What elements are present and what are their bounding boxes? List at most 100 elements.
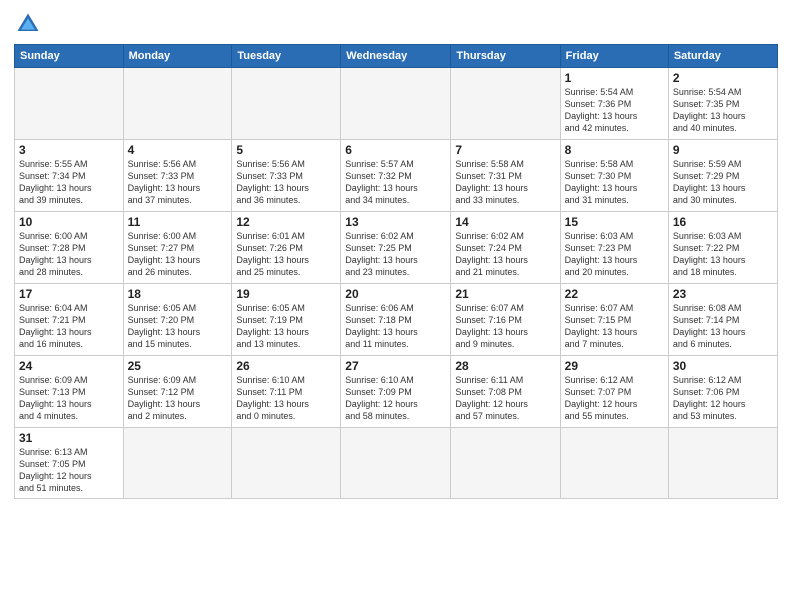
day-number: 8 (565, 143, 664, 157)
day-info: Sunrise: 6:03 AM Sunset: 7:23 PM Dayligh… (565, 230, 664, 279)
calendar-cell: 8Sunrise: 5:58 AM Sunset: 7:30 PM Daylig… (560, 140, 668, 212)
day-number: 24 (19, 359, 119, 373)
weekday-header-wednesday: Wednesday (341, 45, 451, 68)
calendar-cell: 5Sunrise: 5:56 AM Sunset: 7:33 PM Daylig… (232, 140, 341, 212)
calendar-cell (341, 68, 451, 140)
day-number: 23 (673, 287, 773, 301)
day-info: Sunrise: 6:01 AM Sunset: 7:26 PM Dayligh… (236, 230, 336, 279)
weekday-header-tuesday: Tuesday (232, 45, 341, 68)
calendar-cell: 17Sunrise: 6:04 AM Sunset: 7:21 PM Dayli… (15, 284, 124, 356)
day-info: Sunrise: 5:56 AM Sunset: 7:33 PM Dayligh… (128, 158, 228, 207)
calendar-week-2: 3Sunrise: 5:55 AM Sunset: 7:34 PM Daylig… (15, 140, 778, 212)
calendar-cell (341, 428, 451, 499)
day-number: 17 (19, 287, 119, 301)
calendar-cell: 30Sunrise: 6:12 AM Sunset: 7:06 PM Dayli… (668, 356, 777, 428)
calendar-cell: 29Sunrise: 6:12 AM Sunset: 7:07 PM Dayli… (560, 356, 668, 428)
calendar-cell: 22Sunrise: 6:07 AM Sunset: 7:15 PM Dayli… (560, 284, 668, 356)
day-info: Sunrise: 6:06 AM Sunset: 7:18 PM Dayligh… (345, 302, 446, 351)
day-info: Sunrise: 6:12 AM Sunset: 7:07 PM Dayligh… (565, 374, 664, 423)
day-info: Sunrise: 6:00 AM Sunset: 7:28 PM Dayligh… (19, 230, 119, 279)
calendar-cell: 15Sunrise: 6:03 AM Sunset: 7:23 PM Dayli… (560, 212, 668, 284)
weekday-header-monday: Monday (123, 45, 232, 68)
calendar-cell (123, 428, 232, 499)
day-info: Sunrise: 5:59 AM Sunset: 7:29 PM Dayligh… (673, 158, 773, 207)
day-info: Sunrise: 6:04 AM Sunset: 7:21 PM Dayligh… (19, 302, 119, 351)
day-number: 16 (673, 215, 773, 229)
day-number: 22 (565, 287, 664, 301)
day-info: Sunrise: 6:03 AM Sunset: 7:22 PM Dayligh… (673, 230, 773, 279)
day-number: 30 (673, 359, 773, 373)
day-number: 1 (565, 71, 664, 85)
day-info: Sunrise: 5:54 AM Sunset: 7:35 PM Dayligh… (673, 86, 773, 135)
calendar-cell: 7Sunrise: 5:58 AM Sunset: 7:31 PM Daylig… (451, 140, 560, 212)
day-info: Sunrise: 6:07 AM Sunset: 7:16 PM Dayligh… (455, 302, 555, 351)
day-info: Sunrise: 5:58 AM Sunset: 7:30 PM Dayligh… (565, 158, 664, 207)
calendar-cell: 24Sunrise: 6:09 AM Sunset: 7:13 PM Dayli… (15, 356, 124, 428)
day-info: Sunrise: 6:07 AM Sunset: 7:15 PM Dayligh… (565, 302, 664, 351)
calendar-cell (15, 68, 124, 140)
day-number: 4 (128, 143, 228, 157)
day-info: Sunrise: 5:55 AM Sunset: 7:34 PM Dayligh… (19, 158, 119, 207)
day-info: Sunrise: 5:58 AM Sunset: 7:31 PM Dayligh… (455, 158, 555, 207)
calendar-cell (451, 428, 560, 499)
day-info: Sunrise: 6:08 AM Sunset: 7:14 PM Dayligh… (673, 302, 773, 351)
calendar-week-3: 10Sunrise: 6:00 AM Sunset: 7:28 PM Dayli… (15, 212, 778, 284)
weekday-header-friday: Friday (560, 45, 668, 68)
day-info: Sunrise: 6:09 AM Sunset: 7:13 PM Dayligh… (19, 374, 119, 423)
day-info: Sunrise: 6:10 AM Sunset: 7:09 PM Dayligh… (345, 374, 446, 423)
day-number: 7 (455, 143, 555, 157)
day-number: 3 (19, 143, 119, 157)
day-info: Sunrise: 5:57 AM Sunset: 7:32 PM Dayligh… (345, 158, 446, 207)
day-info: Sunrise: 6:12 AM Sunset: 7:06 PM Dayligh… (673, 374, 773, 423)
day-number: 14 (455, 215, 555, 229)
calendar-cell: 28Sunrise: 6:11 AM Sunset: 7:08 PM Dayli… (451, 356, 560, 428)
calendar-cell (451, 68, 560, 140)
calendar-cell: 4Sunrise: 5:56 AM Sunset: 7:33 PM Daylig… (123, 140, 232, 212)
calendar-cell: 14Sunrise: 6:02 AM Sunset: 7:24 PM Dayli… (451, 212, 560, 284)
day-info: Sunrise: 6:11 AM Sunset: 7:08 PM Dayligh… (455, 374, 555, 423)
calendar-week-5: 24Sunrise: 6:09 AM Sunset: 7:13 PM Dayli… (15, 356, 778, 428)
calendar-cell: 13Sunrise: 6:02 AM Sunset: 7:25 PM Dayli… (341, 212, 451, 284)
day-info: Sunrise: 5:54 AM Sunset: 7:36 PM Dayligh… (565, 86, 664, 135)
calendar-cell: 10Sunrise: 6:00 AM Sunset: 7:28 PM Dayli… (15, 212, 124, 284)
day-number: 28 (455, 359, 555, 373)
logo (14, 10, 46, 38)
calendar-cell: 12Sunrise: 6:01 AM Sunset: 7:26 PM Dayli… (232, 212, 341, 284)
weekday-header-saturday: Saturday (668, 45, 777, 68)
weekday-header-sunday: Sunday (15, 45, 124, 68)
calendar-cell: 6Sunrise: 5:57 AM Sunset: 7:32 PM Daylig… (341, 140, 451, 212)
day-number: 12 (236, 215, 336, 229)
day-number: 25 (128, 359, 228, 373)
header (14, 10, 778, 38)
calendar-cell: 3Sunrise: 5:55 AM Sunset: 7:34 PM Daylig… (15, 140, 124, 212)
day-number: 11 (128, 215, 228, 229)
day-number: 5 (236, 143, 336, 157)
calendar-cell (232, 68, 341, 140)
day-number: 6 (345, 143, 446, 157)
day-info: Sunrise: 6:10 AM Sunset: 7:11 PM Dayligh… (236, 374, 336, 423)
day-number: 27 (345, 359, 446, 373)
calendar-cell: 11Sunrise: 6:00 AM Sunset: 7:27 PM Dayli… (123, 212, 232, 284)
day-number: 10 (19, 215, 119, 229)
calendar-cell: 23Sunrise: 6:08 AM Sunset: 7:14 PM Dayli… (668, 284, 777, 356)
day-info: Sunrise: 6:13 AM Sunset: 7:05 PM Dayligh… (19, 446, 119, 495)
calendar-week-1: 1Sunrise: 5:54 AM Sunset: 7:36 PM Daylig… (15, 68, 778, 140)
calendar-cell: 27Sunrise: 6:10 AM Sunset: 7:09 PM Dayli… (341, 356, 451, 428)
calendar-cell: 1Sunrise: 5:54 AM Sunset: 7:36 PM Daylig… (560, 68, 668, 140)
calendar-cell: 16Sunrise: 6:03 AM Sunset: 7:22 PM Dayli… (668, 212, 777, 284)
day-info: Sunrise: 6:02 AM Sunset: 7:24 PM Dayligh… (455, 230, 555, 279)
calendar-cell (232, 428, 341, 499)
calendar-week-4: 17Sunrise: 6:04 AM Sunset: 7:21 PM Dayli… (15, 284, 778, 356)
weekday-header-thursday: Thursday (451, 45, 560, 68)
day-number: 19 (236, 287, 336, 301)
day-number: 26 (236, 359, 336, 373)
day-number: 15 (565, 215, 664, 229)
calendar-cell: 26Sunrise: 6:10 AM Sunset: 7:11 PM Dayli… (232, 356, 341, 428)
calendar-cell (123, 68, 232, 140)
day-info: Sunrise: 6:05 AM Sunset: 7:20 PM Dayligh… (128, 302, 228, 351)
day-info: Sunrise: 6:02 AM Sunset: 7:25 PM Dayligh… (345, 230, 446, 279)
calendar-cell (560, 428, 668, 499)
day-number: 21 (455, 287, 555, 301)
calendar-cell: 2Sunrise: 5:54 AM Sunset: 7:35 PM Daylig… (668, 68, 777, 140)
day-info: Sunrise: 6:05 AM Sunset: 7:19 PM Dayligh… (236, 302, 336, 351)
